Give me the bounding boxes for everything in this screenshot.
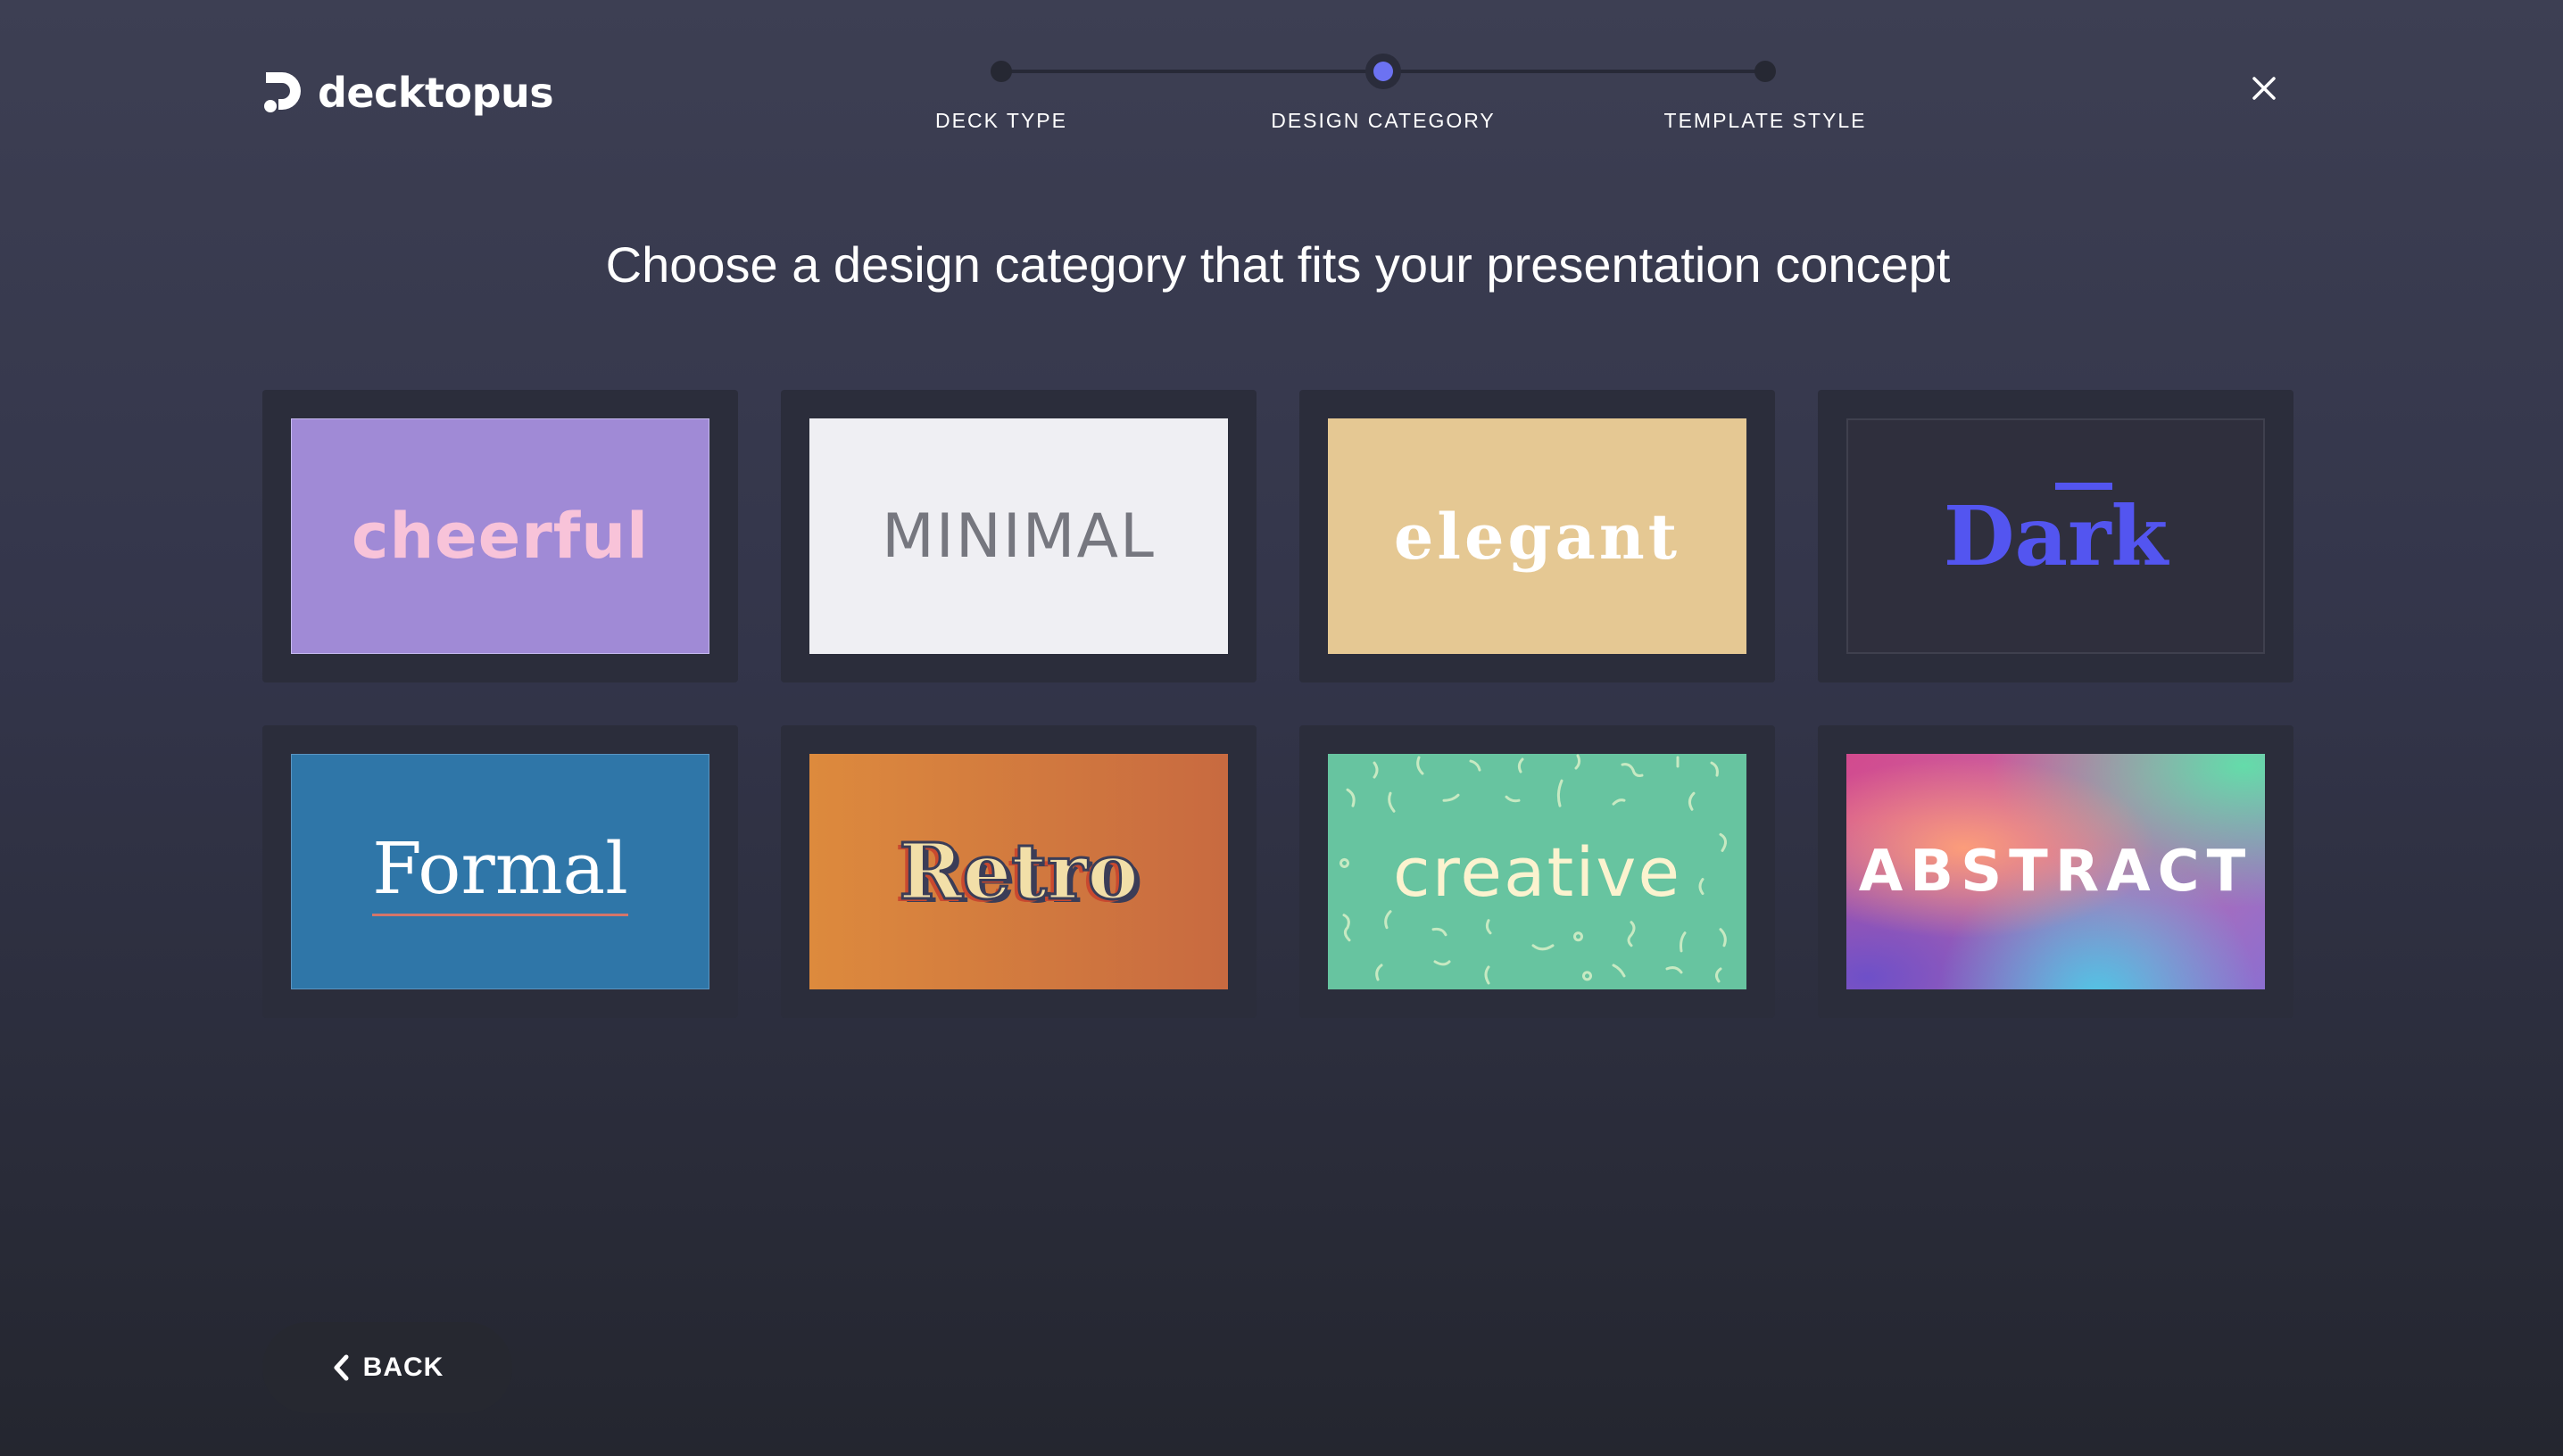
close-icon [2252, 77, 2276, 100]
brand-name: decktopus [318, 69, 554, 117]
category-label-formal: Formal [372, 827, 628, 916]
category-card-abstract[interactable]: ABSTRACT [1818, 725, 2293, 1018]
step-dot-design-category[interactable] [1365, 54, 1401, 89]
category-card-minimal[interactable]: MINIMAL [781, 390, 1257, 682]
category-label-dark: Dark [1943, 488, 2169, 584]
close-button[interactable] [2244, 68, 2285, 109]
category-label-cheerful: cheerful [351, 500, 650, 573]
step-connector-2 [1400, 70, 1769, 73]
step-dot-deck-type[interactable] [991, 61, 1012, 82]
category-card-creative[interactable]: creative [1299, 725, 1775, 1018]
category-preview-elegant: elegant [1328, 418, 1746, 654]
category-preview-minimal: MINIMAL [809, 418, 1228, 654]
category-card-retro[interactable]: Retro [781, 725, 1257, 1018]
chevron-left-icon [334, 1354, 349, 1381]
category-card-dark[interactable]: Dark [1818, 390, 2293, 682]
back-button[interactable]: BACK [262, 1322, 512, 1413]
step-label-design-category[interactable]: DESIGN CATEGORY [1249, 109, 1517, 133]
category-label-creative: creative [1392, 831, 1682, 912]
category-preview-formal: Formal [291, 754, 709, 989]
step-dot-template-style[interactable] [1754, 61, 1776, 82]
category-preview-dark: Dark [1846, 418, 2265, 654]
progress-stepper: DECK TYPE DESIGN CATEGORY TEMPLATE STYLE [892, 50, 1892, 139]
category-card-formal[interactable]: Formal [262, 725, 738, 1018]
design-category-grid: cheerful MINIMAL elegant Dark Formal Ret… [262, 390, 2293, 1018]
category-card-elegant[interactable]: elegant [1299, 390, 1775, 682]
category-label-minimal: MINIMAL [882, 500, 1156, 572]
page-title: Choose a design category that fits your … [605, 236, 1951, 293]
category-label-retro: Retro [898, 825, 1140, 918]
step-label-deck-type[interactable]: DECK TYPE [867, 109, 1135, 133]
brand-logo[interactable]: decktopus [262, 66, 554, 120]
category-preview-retro: Retro [809, 754, 1228, 989]
decktopus-logo-icon [264, 72, 301, 112]
step-connector-1 [1000, 70, 1373, 73]
category-preview-creative: creative [1328, 754, 1746, 989]
category-preview-cheerful: cheerful [291, 418, 709, 654]
step-label-template-style[interactable]: TEMPLATE STYLE [1631, 109, 1899, 133]
category-preview-abstract: ABSTRACT [1846, 754, 2265, 989]
category-card-cheerful[interactable]: cheerful [262, 390, 738, 682]
category-label-abstract: ABSTRACT [1858, 839, 2253, 905]
category-label-elegant: elegant [1393, 499, 1681, 574]
back-label: BACK [362, 1353, 444, 1382]
